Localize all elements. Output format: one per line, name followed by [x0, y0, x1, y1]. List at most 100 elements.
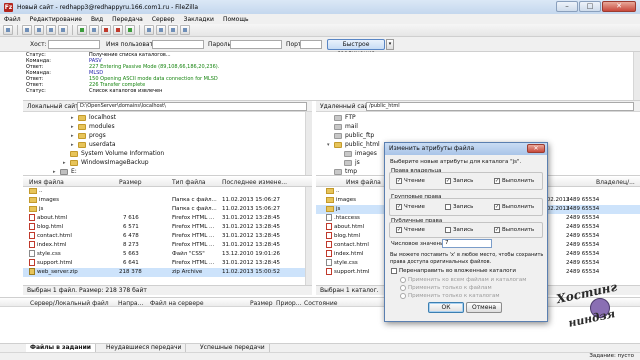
menu-bookmarks[interactable]: Закладки [184, 16, 214, 23]
window-controls: – □ ✕ [556, 1, 636, 12]
queue-col-priority[interactable]: Приор... [276, 300, 301, 307]
maximize-button[interactable]: □ [579, 1, 601, 12]
queue-col-local-file[interactable]: Сервер/Локальный файл [30, 300, 109, 307]
file-row[interactable]: js Папка с файл... 11.02.2013 15:06:27 [23, 205, 312, 214]
local-path-field[interactable]: D:\OpenServer\domains\localhost\ [77, 102, 307, 111]
column-header-name[interactable]: Имя файла [29, 179, 64, 186]
expander-icon[interactable]: ▸ [63, 159, 68, 167]
folder-icon [78, 133, 86, 139]
file-row[interactable]: images Папка с файл... 11.02.2013 15:06:27 [23, 196, 312, 205]
toggle-local-tree-icon[interactable] [34, 25, 44, 35]
owner-execute-checkbox[interactable]: ✓ Выполнить [494, 178, 534, 184]
public-execute-checkbox[interactable]: ✓ Выполнить [494, 227, 534, 233]
tree-item[interactable]: ▸ localhost [71, 114, 116, 122]
log-scrollbar[interactable] [633, 52, 640, 100]
search-files-icon[interactable] [180, 25, 190, 35]
expander-icon[interactable]: ▸ [71, 123, 76, 131]
file-row[interactable]: blog.html 6 571 Firefox HTML ... 31.01.2012… [23, 223, 312, 232]
expander-icon[interactable]: ▸ [71, 114, 76, 122]
refresh-icon[interactable] [77, 25, 87, 35]
menu-file[interactable]: Файл [4, 16, 21, 23]
public-read-checkbox[interactable]: ✓ Чтение [396, 227, 425, 233]
reconnect-icon[interactable] [125, 25, 135, 35]
menu-transfer[interactable]: Передача [112, 16, 143, 23]
quickconnect-button[interactable]: Быстрое соединение [327, 39, 385, 57]
menu-server[interactable]: Сервер [152, 16, 175, 23]
remote-path-field[interactable]: /public_html [366, 102, 634, 111]
tree-item[interactable]: FTP [334, 114, 356, 122]
port-field[interactable] [300, 40, 322, 49]
message-log: Статус: Получение списка каталогов... Ком… [23, 52, 640, 101]
apply-files-radio[interactable]: Применить только к файлам [400, 285, 492, 291]
queue-col-remote-file[interactable]: Файл на сервере [150, 300, 204, 307]
toggle-remote-tree-icon[interactable] [46, 25, 56, 35]
dialog-close-button[interactable]: ✕ [527, 144, 545, 153]
numeric-value-field[interactable]: 7 [442, 239, 492, 248]
expander-icon[interactable]: ▸ [53, 168, 58, 175]
public-write-checkbox[interactable]: Запись [445, 227, 473, 233]
column-header-name[interactable]: Имя файла [346, 179, 381, 186]
apply-all-radio[interactable]: Применить ко всем файлам и каталогам [400, 277, 526, 283]
tree-item[interactable]: images [344, 150, 377, 158]
tree-item[interactable]: public_ftp [334, 132, 374, 140]
local-tree-scrollbar[interactable] [305, 112, 312, 175]
owner-read-checkbox[interactable]: ✓ Чтение [396, 178, 425, 184]
menu-edit[interactable]: Редактирование [30, 16, 82, 23]
menu-view[interactable]: Вид [91, 16, 103, 23]
group-read-checkbox[interactable]: ✓ Чтение [396, 204, 425, 210]
column-header-modified[interactable]: Последнее измене... [222, 179, 287, 186]
column-header-size[interactable]: Размер [119, 179, 142, 186]
ok-button[interactable]: ОК [428, 302, 464, 313]
queue-col-size[interactable]: Размер [250, 300, 273, 307]
file-row[interactable]: about.html 7 616 Firefox HTML ... 31.01.201… [23, 214, 312, 223]
file-row[interactable]: support.html 6 641 Firefox HTML ... 31.01.2… [23, 259, 312, 268]
queue-col-status[interactable]: Состояние [304, 300, 337, 307]
column-header-owner[interactable]: Владелец/... [596, 179, 635, 186]
tree-item[interactable]: ▸ modules [71, 123, 115, 131]
tree-item[interactable]: ▸ userdata [71, 141, 116, 149]
expander-icon[interactable]: ▸ [71, 141, 76, 149]
file-row[interactable]: .. [23, 187, 312, 196]
apply-dirs-radio[interactable]: Применить только к каталогам [400, 293, 500, 299]
process-queue-icon[interactable] [89, 25, 99, 35]
sync-browsing-icon[interactable] [168, 25, 178, 35]
file-row[interactable]: index.html 8 273 Firefox HTML ... 31.01.201… [23, 241, 312, 250]
recurse-subdirectories-checkbox[interactable]: Перенаправить во вложенные каталоги [391, 268, 516, 274]
toggle-log-icon[interactable] [22, 25, 32, 35]
title-bar: Fz Новый сайт - redhapp3@redhappyru.166.… [0, 0, 640, 14]
tree-item[interactable]: js [344, 159, 360, 167]
cancel-button[interactable]: Отмена [466, 302, 502, 313]
tree-item[interactable]: tmp [334, 168, 357, 175]
username-field[interactable] [152, 40, 204, 49]
host-field[interactable] [48, 40, 100, 49]
directory-listing-filters-icon[interactable] [144, 25, 154, 35]
log-line: Статус: Список каталогов извлечен [26, 88, 163, 94]
file-row[interactable]: contact.html 6 478 Firefox HTML ... 31.01.2… [23, 232, 312, 241]
file-row-selected[interactable]: web_server.zip 218 378 zip Archive 11.02.20… [23, 268, 312, 277]
password-field[interactable] [230, 40, 282, 49]
tree-item[interactable]: ▸ progs [71, 132, 106, 140]
group-execute-checkbox[interactable]: ✓ Выполнить [494, 204, 534, 210]
column-header-type[interactable]: Тип файла [172, 179, 206, 186]
owner-write-checkbox[interactable]: ✓ Запись [445, 178, 473, 184]
collapse-icon[interactable]: ▾ [327, 141, 332, 149]
expander-icon[interactable]: ▸ [71, 132, 76, 140]
queue-col-direction[interactable]: Напра... [118, 300, 143, 307]
tree-item[interactable]: ▸ WindowsImageBackup [63, 159, 149, 167]
group-write-checkbox[interactable]: Запись [445, 204, 473, 210]
compare-directories-icon[interactable] [156, 25, 166, 35]
local-list-scrollbar[interactable] [305, 187, 312, 285]
menu-help[interactable]: Помощь [223, 16, 249, 23]
minimize-button[interactable]: – [556, 1, 578, 12]
tree-item[interactable]: System Volume Information [63, 150, 164, 158]
close-button[interactable]: ✕ [602, 1, 636, 12]
tree-item[interactable]: ▾ public_html [327, 141, 380, 149]
file-row[interactable]: style.css 5 663 Файл "CSS" 13.12.2010 19:01… [23, 250, 312, 259]
quickconnect-history-dropdown[interactable]: ▾ [386, 39, 394, 50]
toggle-queue-icon[interactable] [58, 25, 68, 35]
tree-item[interactable]: mail [334, 123, 358, 131]
tree-item[interactable]: ▸ E: [53, 168, 77, 175]
cancel-operation-icon[interactable] [101, 25, 111, 35]
disconnect-icon[interactable] [113, 25, 123, 35]
site-manager-icon[interactable] [3, 25, 13, 35]
